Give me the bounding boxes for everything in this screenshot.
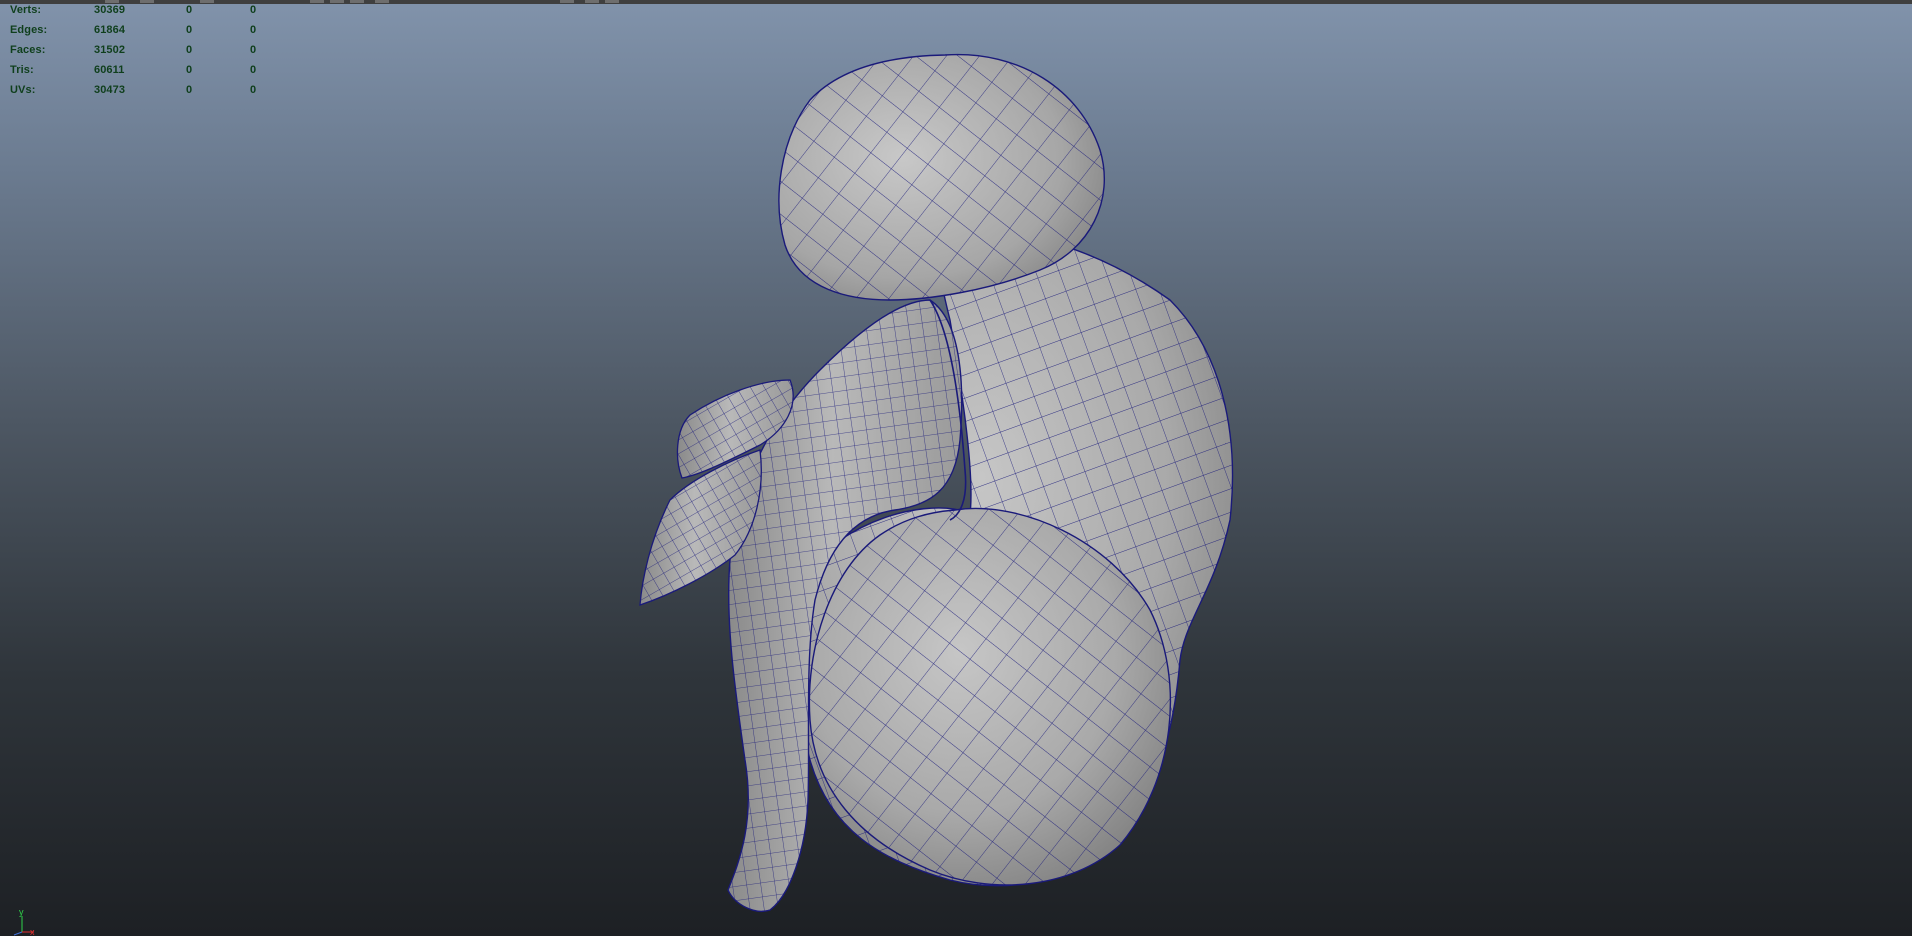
embryo-mesh-model[interactable]	[0, 0, 1912, 936]
axis-x-label: x	[30, 927, 35, 936]
3d-viewport[interactable]: Verts: 30369 0 0 Edges: 61864 0 0 Faces:…	[0, 0, 1912, 936]
axis-y-label: y	[19, 908, 24, 917]
axis-orientation-icon: y x	[13, 908, 35, 936]
mesh-head[interactable]	[778, 53, 1105, 301]
